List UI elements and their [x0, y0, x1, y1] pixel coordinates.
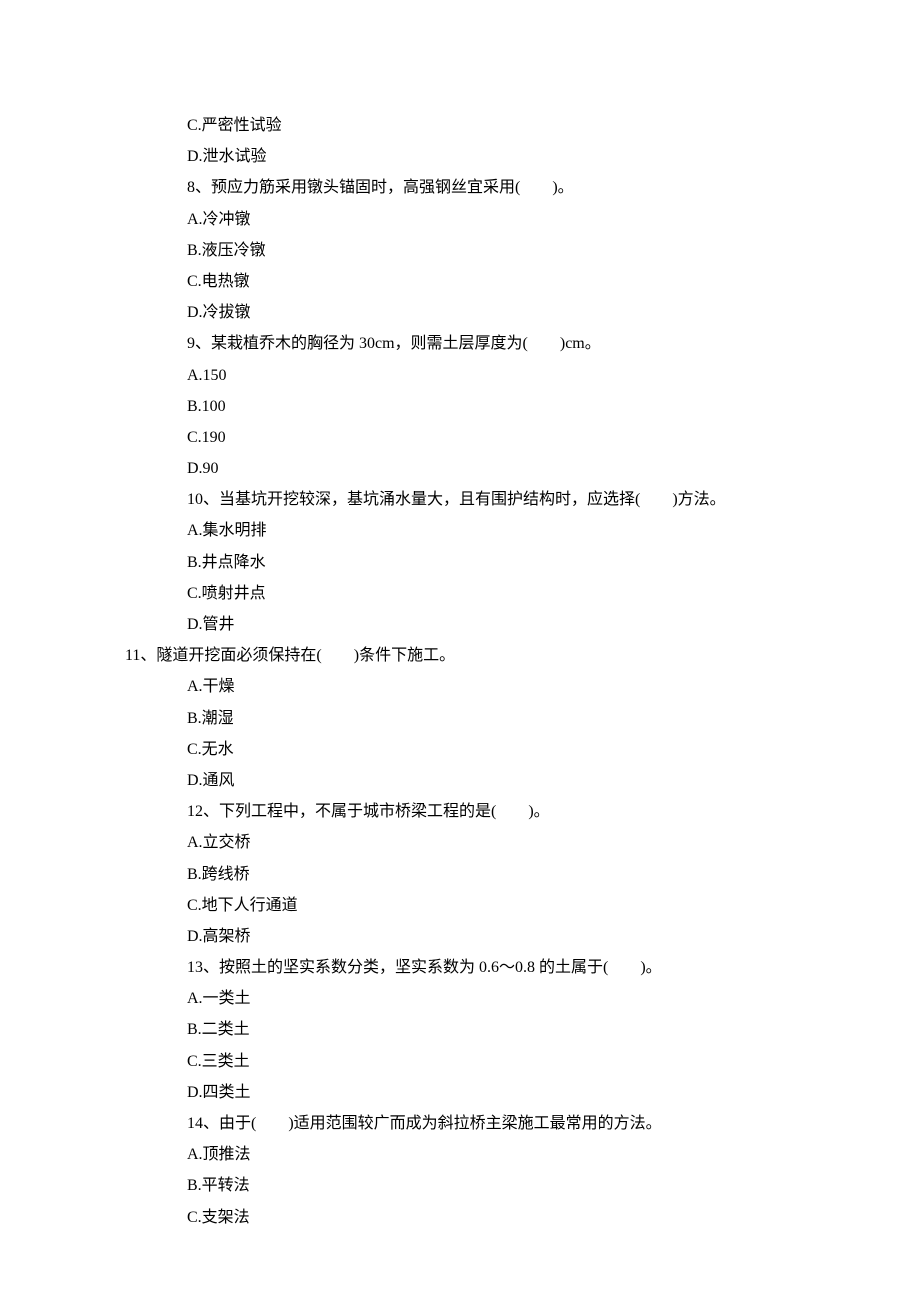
option-text: B.平转法: [80, 1170, 840, 1201]
option-text: B.跨线桥: [80, 859, 840, 890]
option-text: B.液压冷镦: [80, 235, 840, 266]
question-text: 14、由于( )适用范围较广而成为斜拉桥主梁施工最常用的方法。: [80, 1108, 840, 1139]
option-text: D.管井: [80, 609, 840, 640]
question-text: 12、下列工程中，不属于城市桥梁工程的是( )。: [80, 796, 840, 827]
option-text: D.90: [80, 453, 840, 484]
option-text: B.100: [80, 391, 840, 422]
option-text: C.地下人行通道: [80, 890, 840, 921]
option-text: B.井点降水: [80, 547, 840, 578]
option-text: A.冷冲镦: [80, 204, 840, 235]
option-text: A.干燥: [80, 671, 840, 702]
option-text: C.无水: [80, 734, 840, 765]
option-text: D.冷拔镦: [80, 297, 840, 328]
option-text: C.电热镦: [80, 266, 840, 297]
question-text: 11、隧道开挖面必须保持在( )条件下施工。: [80, 640, 840, 671]
option-text: D.泄水试验: [80, 141, 840, 172]
option-text: A.一类土: [80, 983, 840, 1014]
question-text: 13、按照土的坚实系数分类，坚实系数为 0.6～0.8 的土属于( )。: [80, 952, 840, 983]
question-text: 8、预应力筋采用镦头锚固时，高强钢丝宜采用( )。: [80, 172, 840, 203]
option-text: C.三类土: [80, 1046, 840, 1077]
option-text: C.190: [80, 422, 840, 453]
question-text: 10、当基坑开挖较深，基坑涌水量大，且有围护结构时，应选择( )方法。: [80, 484, 840, 515]
option-text: A.集水明排: [80, 515, 840, 546]
option-text: A.150: [80, 360, 840, 391]
option-text: D.高架桥: [80, 921, 840, 952]
option-text: A.顶推法: [80, 1139, 840, 1170]
option-text: D.四类土: [80, 1077, 840, 1108]
option-text: A.立交桥: [80, 827, 840, 858]
question-text: 9、某栽植乔木的胸径为 30cm，则需土层厚度为( )cm。: [80, 328, 840, 359]
option-text: C.支架法: [80, 1202, 840, 1233]
document-page: C.严密性试验 D.泄水试验 8、预应力筋采用镦头锚固时，高强钢丝宜采用( )。…: [0, 0, 920, 1293]
option-text: B.潮湿: [80, 703, 840, 734]
option-text: C.喷射井点: [80, 578, 840, 609]
option-text: C.严密性试验: [80, 110, 840, 141]
option-text: B.二类土: [80, 1014, 840, 1045]
option-text: D.通风: [80, 765, 840, 796]
